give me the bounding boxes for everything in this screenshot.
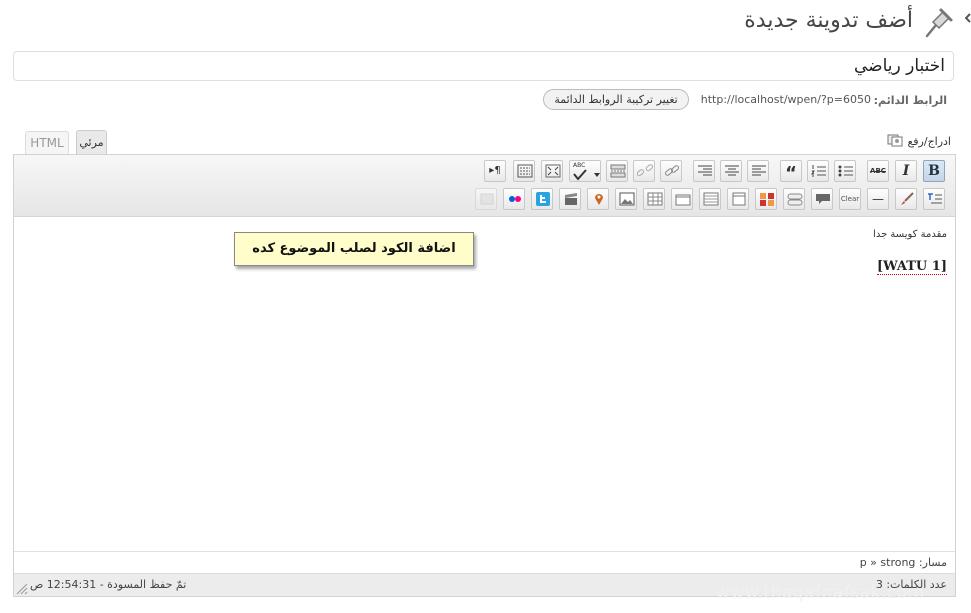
box-button[interactable] — [727, 188, 749, 210]
edge-marker — [964, 8, 971, 23]
table-icon — [703, 192, 719, 206]
strikethrough-button[interactable]: ABC — [867, 160, 889, 182]
grid-icon — [647, 192, 663, 206]
kitchen-sink-icon — [517, 164, 533, 178]
post-title-input[interactable]: اختبار رياضي — [13, 51, 954, 81]
tab-visual[interactable]: مرئي — [76, 130, 107, 154]
button-icon — [787, 193, 803, 206]
comment-button[interactable] — [811, 188, 833, 210]
spellcheck-button[interactable]: ABC — [569, 160, 601, 182]
resize-handle-icon[interactable] — [16, 580, 28, 595]
permalink-url[interactable]: http://localhost/wpen/?p=6050 — [701, 93, 871, 106]
grid-button[interactable] — [643, 188, 665, 210]
media-upload-icon — [887, 133, 903, 150]
numbered-list-icon — [811, 165, 826, 177]
map-button[interactable] — [587, 188, 609, 210]
more-tag-button[interactable] — [606, 160, 628, 182]
speech-bubble-icon — [816, 194, 830, 204]
horizontal-rule-button[interactable]: — — [867, 188, 889, 210]
content-shortcode: [WATU 1] — [876, 259, 947, 275]
tabs-icon — [675, 194, 691, 206]
unlink-button[interactable] — [633, 160, 655, 182]
clear-button[interactable]: Clear — [839, 188, 861, 210]
annotation-note: اضافة الكود لصلب الموضوع كده — [234, 232, 474, 266]
change-permalinks-button[interactable]: تغيير تركيبة الروابط الدائمة — [543, 89, 689, 110]
flickr-button[interactable] — [503, 188, 525, 210]
insert-link-button[interactable] — [660, 160, 682, 182]
text-direction-icon — [928, 193, 942, 204]
text-direction-button[interactable] — [923, 188, 945, 210]
path-value[interactable]: p » strong — [860, 556, 916, 569]
align-left-icon — [752, 165, 766, 176]
more-tag-icon — [610, 164, 626, 178]
image-button[interactable] — [615, 188, 637, 210]
tabs-button[interactable] — [671, 188, 693, 210]
columns-icon — [760, 193, 774, 206]
path-bar — [14, 551, 955, 573]
tab-html[interactable]: HTML — [25, 131, 69, 154]
fullscreen-icon — [545, 164, 561, 178]
path-label: مسار: — [918, 556, 947, 569]
box-icon — [732, 192, 746, 206]
content-intro-text: مقدمة كويسة جدا — [873, 229, 947, 240]
video-button[interactable] — [559, 188, 581, 210]
align-left-button[interactable] — [747, 160, 769, 182]
editor-frame — [13, 154, 956, 597]
pushpin-icon — [921, 6, 955, 40]
spellcheck-label: ABC — [573, 162, 586, 169]
align-right-icon — [698, 165, 712, 176]
table-button[interactable] — [699, 188, 721, 210]
text-color-button[interactable] — [895, 188, 917, 210]
permalink-label: الرابط الدائم: — [873, 94, 947, 107]
editor-toolbar: B I ABC “ ABC ▸¶ — Clear — [14, 155, 955, 217]
flickr-icon — [509, 196, 521, 202]
button-shortcode-button[interactable] — [783, 188, 805, 210]
media-upload-label: ادراج/رفع — [907, 135, 951, 148]
shortcode-text: [WATU 1] — [876, 259, 947, 275]
numbered-list-button[interactable] — [807, 160, 829, 182]
unlink-icon — [637, 164, 653, 177]
element-path: مسار: p » strong — [860, 556, 947, 569]
italic-button[interactable]: I — [895, 160, 917, 182]
kitchen-sink-button[interactable] — [513, 160, 535, 182]
disabled-icon — [480, 193, 494, 205]
blockquote-button[interactable]: “ — [780, 160, 802, 184]
bullet-list-button[interactable] — [834, 160, 856, 182]
twitter-button[interactable] — [531, 188, 553, 210]
disabled-button — [475, 188, 497, 210]
page-title: أضف تدوينة جديدة — [744, 8, 913, 33]
fullscreen-button[interactable] — [541, 160, 563, 182]
twitter-icon — [536, 192, 550, 206]
align-right-button[interactable] — [693, 160, 715, 182]
media-upload-link[interactable]: ادراج/رفع — [887, 133, 951, 150]
bold-button[interactable]: B — [923, 160, 945, 182]
link-icon — [664, 165, 680, 176]
draft-saved-status: تمّ حفظ المسودة - 12:54:31 ص — [30, 578, 187, 591]
align-center-icon — [725, 165, 739, 176]
align-center-button[interactable] — [720, 160, 742, 182]
map-pin-icon — [595, 194, 603, 205]
clapper-icon — [565, 193, 577, 205]
columns-button[interactable] — [755, 188, 777, 210]
image-icon — [619, 192, 635, 206]
checkmark-icon — [573, 169, 600, 181]
bullet-list-icon — [838, 165, 853, 177]
watermark: www.thaqafnafsak.com — [716, 583, 925, 603]
brush-icon — [901, 192, 914, 205]
rtl-direction-button[interactable]: ▸¶ — [484, 160, 506, 182]
